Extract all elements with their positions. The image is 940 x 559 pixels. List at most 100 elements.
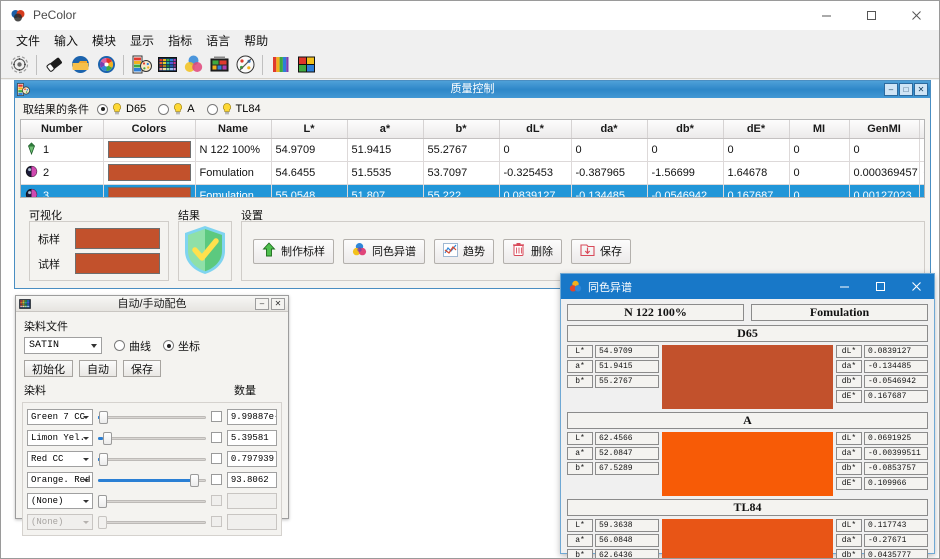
dye-amount-slider[interactable] [98,452,207,466]
metamerism-button[interactable]: 同色异谱 [343,239,425,264]
radio-tl84[interactable] [207,104,218,115]
menu-help[interactable]: 帮助 [237,30,275,51]
mm-close-button[interactable] [898,274,934,299]
illuminant-option-tl84[interactable]: TL84 [207,103,261,116]
dye-select[interactable]: Orange. Red [27,472,93,488]
cell-db: -0.0546942 [647,184,723,198]
color-wheel-icon[interactable] [94,53,118,77]
maximize-button[interactable] [849,1,894,30]
results-table-container[interactable]: Number Colors Name L* a* b* dL* da* db* … [20,119,925,198]
color-grid-icon[interactable] [155,53,179,77]
qc-maximize-button[interactable]: □ [899,83,913,96]
slider-knob[interactable] [99,411,108,424]
col-db[interactable]: db* [647,120,723,138]
slider-knob[interactable] [190,474,199,487]
dye-lock-checkbox[interactable] [211,432,222,443]
delete-button[interactable]: 删除 [503,239,562,264]
cell-l: 54.6455 [271,161,347,184]
save-button[interactable]: 保存 [571,239,631,264]
illuminant-option-a[interactable]: A [158,103,194,116]
menu-display[interactable]: 显示 [123,30,161,51]
dye-lock-checkbox[interactable] [211,411,222,422]
color-mix-icon[interactable] [181,53,205,77]
radio-d65[interactable] [97,104,108,115]
dye-amount-slider[interactable] [98,473,207,487]
menu-input[interactable]: 输入 [47,30,85,51]
table-row[interactable]: 3 Fomulation 55.0548 51.807 55.222 0.083… [21,184,925,198]
shield-check-icon [183,225,227,278]
dye-amount-slider[interactable] [98,410,207,424]
minimize-button[interactable] [804,1,849,30]
menu-language[interactable]: 语言 [199,30,237,51]
illuminant-option-d65[interactable]: D65 [97,103,146,116]
col-mi[interactable]: MI [789,120,849,138]
save-recipe-button[interactable]: 保存 [123,360,161,377]
dye-lock-checkbox[interactable] [211,474,222,485]
col-l[interactable]: L* [271,120,347,138]
menu-module[interactable]: 模块 [85,30,123,51]
menu-file[interactable]: 文件 [9,30,47,51]
folder-icon[interactable] [68,53,92,77]
color-chart-icon[interactable] [294,53,318,77]
table-row[interactable]: 1 N 122 100% 54.9709 51.9415 55.2767 0 [21,138,925,161]
dye-amount-slider[interactable] [98,431,207,445]
qc-close-button[interactable]: ✕ [914,83,928,96]
dye-lock-checkbox[interactable] [211,495,222,506]
trend-button[interactable]: 趋势 [434,239,494,264]
radio-a[interactable] [158,104,169,115]
dye-lock-checkbox[interactable] [211,453,222,464]
dye-select[interactable]: Limon Yel. [27,430,93,446]
recipe-icon[interactable] [207,53,231,77]
spectrum-bars-icon[interactable] [268,53,292,77]
mode-option-coordinate[interactable]: 坐标 [163,338,200,354]
dye-quantity-value[interactable]: 9.99887e-5 [227,409,277,425]
slider-knob[interactable] [103,432,112,445]
quality-control-titlebar[interactable]: 质量控制 – □ ✕ [15,81,930,98]
mm-minimize-button[interactable] [826,274,862,299]
illuminant-header-tl84: TL84 [567,499,928,516]
col-b[interactable]: b* [423,120,499,138]
metamerism-titlebar[interactable]: 同色异谱 [561,274,934,299]
dye-quantity-value[interactable] [227,493,277,509]
cm-close-button[interactable]: ✕ [271,298,285,310]
radio-curve[interactable] [114,340,125,351]
palette-book-icon[interactable] [129,53,153,77]
dye-quantity-value[interactable]: 0.797939 [227,451,277,467]
col-colors[interactable]: Colors [103,120,195,138]
cell-de: 1.64678 [723,161,789,184]
col-a[interactable]: a* [347,120,423,138]
eraser-icon[interactable] [42,53,66,77]
auto-button[interactable]: 自动 [79,360,117,377]
initialize-button[interactable]: 初始化 [24,360,73,377]
mm-maximize-button[interactable] [862,274,898,299]
color-matching-titlebar[interactable]: 自动/手动配色 – ✕ [16,296,288,312]
close-button[interactable] [894,1,939,30]
radio-coordinate[interactable] [163,340,174,351]
menu-metrics[interactable]: 指标 [161,30,199,51]
col-dl[interactable]: dL* [499,120,571,138]
col-da[interactable]: da* [571,120,647,138]
table-row[interactable]: 2 Fomulation 54.6455 51.5535 53.7097 -0.… [21,161,925,184]
dye-select[interactable]: Green 7 CC [27,409,93,425]
slider-knob[interactable] [99,453,108,466]
settings-gear-icon[interactable] [7,53,31,77]
dye-quantity-value[interactable]: 93.8062 [227,472,277,488]
qc-minimize-button[interactable]: – [884,83,898,96]
col-name[interactable]: Name [195,120,271,138]
dye-select[interactable]: (None) [27,493,93,509]
col-genmi[interactable]: GenMI [849,120,919,138]
cm-minimize-button[interactable]: – [255,298,269,310]
dye-file-select[interactable]: SATIN [24,337,102,354]
col-de[interactable]: dE* [723,120,789,138]
col-visible[interactable]: Visible [919,120,925,138]
make-standard-button[interactable]: 制作标样 [253,239,334,264]
slider-knob[interactable] [98,495,107,508]
mode-option-curve[interactable]: 曲线 [114,338,151,354]
lab-values-tl84: L* 59.3638 a* 56.0848 b* 62.6436 [567,519,659,559]
dye-amount-slider[interactable] [98,494,207,508]
dye-select[interactable]: Red CC [27,451,93,467]
col-number[interactable]: Number [21,120,103,138]
dye-quantity-value[interactable]: 5.39581 [227,430,277,446]
paint-palette-icon[interactable] [233,53,257,77]
illuminant-label-tl84: TL84 [236,103,261,115]
